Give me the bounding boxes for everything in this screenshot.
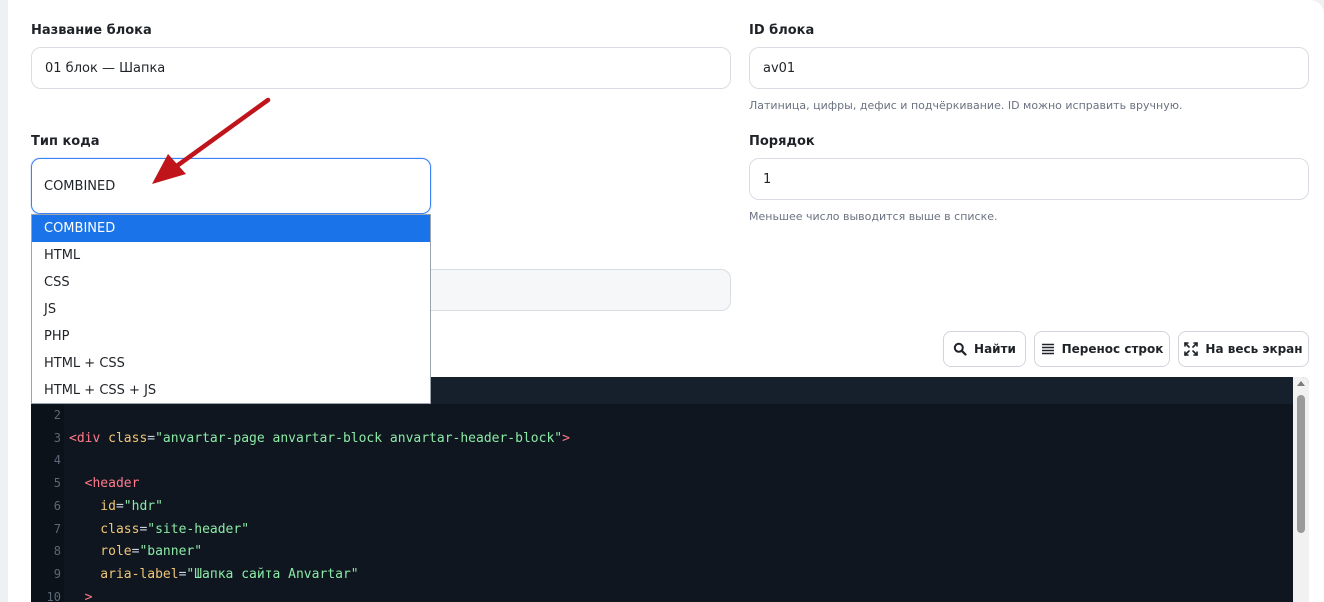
line-number: 8 [53, 544, 61, 559]
code-type-option-html-css-js[interactable]: HTML + CSS + JS [32, 377, 430, 404]
code-token: class [69, 521, 140, 537]
code-line: 7 class="site-header" [31, 518, 249, 541]
code-token: = [147, 430, 156, 446]
code-token: = [115, 498, 124, 514]
line-number: 2 [53, 408, 61, 422]
code-type-value: COMBINED [44, 178, 116, 194]
code-line: 3 <div class="anvartar-page anvartar-bloc… [31, 427, 570, 450]
code-token: aria-label [69, 566, 179, 582]
wrap-lines-button[interactable]: Перенос строк [1034, 331, 1170, 367]
code-token: > [69, 589, 93, 602]
code-type-option-html-css[interactable]: HTML + CSS [32, 350, 430, 377]
order-input[interactable]: 1 [749, 158, 1309, 200]
code-text: > [69, 586, 93, 602]
code-token: "banner" [139, 544, 203, 560]
code-line: 4 [31, 449, 61, 472]
code-text: role="banner" [69, 540, 202, 563]
block-name-input[interactable]: 01 блок — Шапка [31, 47, 731, 89]
code-token: role [69, 544, 132, 560]
line-number: 5 [53, 476, 61, 491]
wrap-lines-button-label: Перенос строк [1061, 342, 1164, 356]
block-id-label: ID блока [749, 23, 815, 38]
line-number: 10 [46, 589, 61, 602]
editor-scrollbar[interactable] [1293, 377, 1309, 602]
code-token: "Шапка сайта Anvartar" [186, 566, 359, 582]
code-editor[interactable]: 2 3 <div class="anvartar-page anvartar-blo… [31, 377, 1309, 602]
code-text: class="site-header" [69, 518, 249, 541]
fullscreen-button[interactable]: На весь экран [1178, 331, 1309, 367]
editor-scroll-thumb[interactable] [1297, 395, 1305, 533]
search-icon [953, 342, 967, 356]
code-text: aria-label="Шапка сайта Anvartar" [69, 563, 359, 586]
code-token: id [69, 498, 116, 514]
line-number: 3 [53, 430, 61, 445]
code-line: 6 id="hdr" [31, 495, 163, 518]
block-id-input[interactable]: av01 [749, 47, 1309, 89]
scroll-up-icon[interactable] [1297, 381, 1305, 386]
code-token: "hdr" [123, 498, 163, 514]
lines-icon [1041, 343, 1054, 355]
code-token: <div [69, 430, 109, 446]
code-type-dropdown: COMBINED HTML CSS JS PHP HTML + CSS HTML… [31, 214, 431, 404]
find-button-label: Найти [974, 342, 1016, 356]
code-type-option-css[interactable]: CSS [32, 269, 430, 296]
block-name-label: Название блока [31, 23, 152, 38]
fullscreen-button-label: На весь экран [1205, 342, 1303, 356]
code-type-option-combined[interactable]: COMBINED [32, 215, 430, 242]
code-type-label: Тип кода [31, 134, 100, 149]
code-token: <header [69, 476, 140, 492]
code-type-option-js[interactable]: JS [32, 296, 430, 323]
annotation-arrow-icon [152, 97, 271, 184]
line-number: 9 [53, 566, 61, 581]
block-id-hint: Латиница, цифры, дефис и подчёркивание. … [749, 99, 1183, 112]
code-line: 10 > [31, 586, 93, 602]
code-line: 9 aria-label="Шапка сайта Anvartar" [31, 563, 359, 586]
code-text: <header [69, 472, 140, 495]
code-token: class [108, 430, 148, 446]
order-hint: Меньшее число выводится выше в списке. [749, 210, 998, 223]
code-token: > [562, 430, 570, 446]
line-number: 6 [53, 498, 61, 513]
order-label: Порядок [749, 134, 815, 149]
line-number: 4 [53, 453, 61, 468]
code-line: 5 <header [31, 472, 140, 495]
line-number: 7 [53, 521, 61, 536]
code-line: 8 role="banner" [31, 540, 202, 563]
code-token: "site-header" [147, 521, 250, 537]
code-line: 2 [31, 404, 61, 427]
code-text: <div class="anvartar-page anvartar-block… [69, 427, 570, 450]
code-type-option-php[interactable]: PHP [32, 323, 430, 350]
code-token: "anvartar-page anvartar-block anvartar-h… [155, 430, 563, 446]
find-button[interactable]: Найти [943, 331, 1026, 367]
code-type-option-html[interactable]: HTML [32, 242, 430, 269]
expand-icon [1184, 342, 1199, 356]
code-text: id="hdr" [69, 495, 163, 518]
